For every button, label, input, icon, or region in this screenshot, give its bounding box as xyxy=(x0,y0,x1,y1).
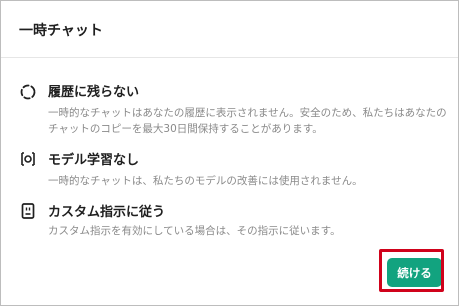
section-description: 一時的なチャットはあなたの履歴に表示されません。安全のため、私たちはあなたのチャ… xyxy=(48,107,447,135)
dialog-header: 一時チャット xyxy=(1,1,458,58)
dashed-circle-icon xyxy=(20,84,36,100)
section-description: カスタム指示を有効にしている場合は、その指示に従います。 xyxy=(48,225,341,237)
instructions-icon xyxy=(21,203,35,219)
section-title: モデル学習なし xyxy=(48,153,140,168)
dialog-title: 一時チャット xyxy=(19,23,103,39)
section-description: 一時的なチャットは、私たちのモデルの改善には使用されません。 xyxy=(48,175,363,187)
temporary-chat-dialog: 一時チャット 履歴に残らない 一時的なチャットはあなたの履歴に表示されません。安… xyxy=(0,0,459,306)
section-title: 履歴に残らない xyxy=(48,85,140,100)
section-title: カスタム指示に従う xyxy=(48,205,166,220)
highlight-annotation xyxy=(379,249,444,292)
model-training-icon xyxy=(21,152,35,166)
